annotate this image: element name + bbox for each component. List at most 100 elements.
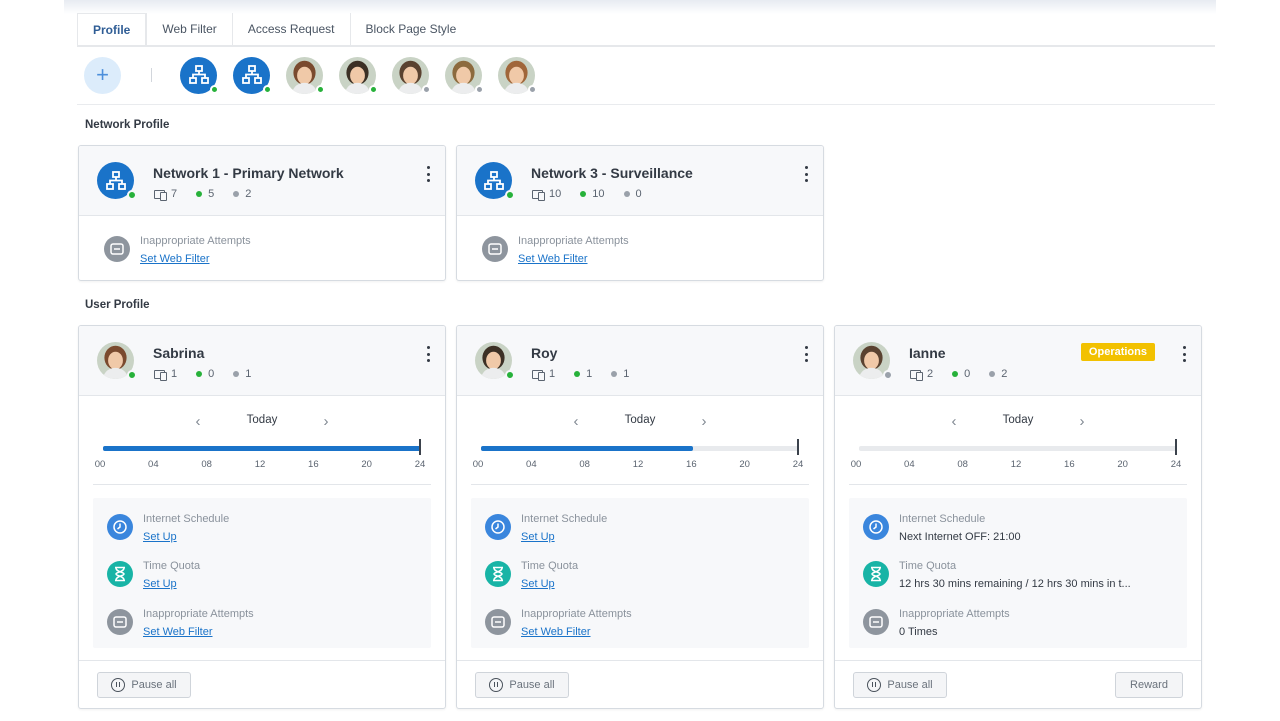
timeline-tick: 16 [308, 459, 319, 470]
offline-dot [233, 371, 240, 377]
clock-icon [863, 514, 889, 540]
user-profile-avatar[interactable] [445, 56, 484, 94]
top-gradient [64, 0, 1216, 14]
pause-all-button[interactable]: Pause all [853, 672, 947, 698]
day-label: Today [624, 414, 656, 426]
profile-settings: Internet Schedule Set Up Time Quota Set Up I… [471, 498, 809, 648]
timeline-tick: 16 [1064, 459, 1075, 470]
user-profile-card[interactable]: Roy 1 1 1 ‹ Today › 00 04 08 12 16 20 24 Internet Sche… [456, 325, 824, 709]
day-label: Today [1002, 414, 1034, 426]
set-web-filter-link[interactable]: Set Web Filter [518, 253, 588, 265]
user-profile-avatar[interactable] [392, 56, 431, 94]
timeline-track [481, 446, 799, 451]
inappropriate-attempts-row: Inappropriate Attempts Set Web Filter [485, 603, 795, 641]
device-stats: 1 1 1 [532, 368, 648, 381]
divider [77, 104, 1215, 105]
timeline-tick: 24 [414, 459, 426, 470]
more-options-icon[interactable] [803, 346, 809, 362]
status-online-dot [127, 190, 137, 200]
pause-all-button[interactable]: Pause all [475, 672, 569, 698]
tab-access-request[interactable]: Access Request [231, 13, 350, 45]
user-profile-avatar[interactable] [498, 56, 537, 94]
offline-dot [989, 371, 996, 377]
pause-all-label: Pause all [131, 679, 177, 691]
pause-icon [111, 678, 126, 692]
internet-schedule-row: Internet Schedule Set Up [107, 508, 417, 546]
more-options-icon[interactable] [1181, 346, 1187, 362]
more-options-icon[interactable] [425, 346, 431, 362]
card-header: Network 1 - Primary Network 7 5 2 [79, 146, 445, 216]
day-navigator: ‹ Today › [93, 412, 431, 430]
network-name: Network 1 - Primary Network [153, 165, 344, 181]
time-quota-value[interactable]: Set Up [521, 578, 555, 590]
tab-block-page-style[interactable]: Block Page Style [349, 13, 472, 45]
tab-web-filter[interactable]: Web Filter [146, 13, 231, 45]
more-options-icon[interactable] [425, 166, 431, 182]
user-name: Roy [531, 345, 558, 361]
timeline-track [103, 446, 421, 451]
chevron-left-icon[interactable]: ‹ [568, 412, 584, 430]
internet-schedule-value[interactable]: Set Up [521, 531, 555, 543]
user-profile-avatar[interactable] [286, 56, 325, 94]
chevron-left-icon[interactable]: ‹ [190, 412, 206, 430]
pause-all-label: Pause all [887, 679, 933, 691]
timeline-now-marker [419, 439, 421, 455]
internet-schedule-row: Internet Schedule Set Up [485, 508, 795, 546]
card-header: Ianne Operations 2 0 2 [835, 326, 1201, 396]
timeline-tick: 04 [526, 459, 537, 470]
device-count: 2 [927, 368, 934, 380]
network-profile-avatar[interactable] [233, 56, 272, 94]
online-dot [196, 191, 203, 197]
internet-schedule-label: Internet Schedule [143, 513, 230, 525]
web-filter-icon [107, 609, 133, 635]
chevron-left-icon[interactable]: ‹ [946, 412, 962, 430]
pause-icon [489, 678, 504, 692]
internet-schedule-label: Internet Schedule [899, 513, 986, 525]
timeline-tick: 00 [94, 459, 106, 470]
offline-count: 0 [635, 188, 642, 200]
time-quota-label: Time Quota [143, 560, 201, 572]
set-web-filter-link[interactable]: Set Web Filter [140, 253, 210, 265]
timeline-tick: 16 [686, 459, 697, 470]
clock-icon [107, 514, 133, 540]
network-card[interactable]: Network 1 - Primary Network 7 5 2 Inappr… [78, 145, 446, 281]
profile-settings: Internet Schedule Next Internet OFF: 21:0… [849, 498, 1187, 648]
status-online-dot [505, 190, 515, 200]
time-quota-row: Time Quota 12 hrs 30 mins remaining / 12 … [863, 555, 1173, 593]
user-profile-avatar[interactable] [339, 56, 378, 94]
pause-all-button[interactable]: Pause all [97, 672, 191, 698]
attempts-value[interactable]: Set Web Filter [521, 626, 591, 638]
pause-all-label: Pause all [509, 679, 555, 691]
network-card[interactable]: Network 3 - Surveillance 10 10 0 Inappro… [456, 145, 824, 281]
status-online-dot [210, 84, 219, 94]
time-quota-value[interactable]: Set Up [143, 578, 177, 590]
usage-timeline: ‹ Today › 00 04 08 12 16 20 24 [93, 397, 431, 485]
timeline-tick: 08 [201, 459, 212, 470]
time-quota-label: Time Quota [899, 560, 957, 572]
user-profile-card[interactable]: Sabrina 1 0 1 ‹ Today › 00 04 08 12 16 20 24 Internet … [78, 325, 446, 709]
chevron-right-icon[interactable]: › [696, 412, 712, 430]
status-online-dot [127, 370, 137, 380]
attempts-value[interactable]: Set Web Filter [143, 626, 213, 638]
timeline-now-marker [797, 439, 799, 455]
chevron-right-icon[interactable]: › [318, 412, 334, 430]
usage-timeline: ‹ Today › 00 04 08 12 16 20 24 [849, 397, 1187, 485]
add-profile-button[interactable]: + [84, 56, 121, 94]
timeline-usage-fill [103, 446, 421, 451]
user-profile-card[interactable]: Ianne Operations 2 0 2 ‹ Today › 00 04 08 12 16 20 24 I… [834, 325, 1202, 709]
profile-settings: Internet Schedule Set Up Time Quota Set Up I… [93, 498, 431, 648]
user-avatar [853, 342, 893, 380]
internet-schedule-value[interactable]: Set Up [143, 531, 177, 543]
attempts-label: Inappropriate Attempts [143, 608, 254, 620]
web-filter-icon [104, 236, 130, 262]
network-profile-avatar[interactable] [180, 56, 219, 94]
status-online-dot [263, 84, 272, 94]
chevron-right-icon[interactable]: › [1074, 412, 1090, 430]
more-options-icon[interactable] [803, 166, 809, 182]
user-avatar [475, 342, 515, 380]
reward-button[interactable]: Reward [1115, 672, 1183, 698]
online-count: 5 [208, 188, 215, 200]
timeline-tick: 12 [1010, 459, 1022, 470]
tab-profile[interactable]: Profile [77, 13, 147, 45]
attempts-label: Inappropriate Attempts [899, 608, 1010, 620]
